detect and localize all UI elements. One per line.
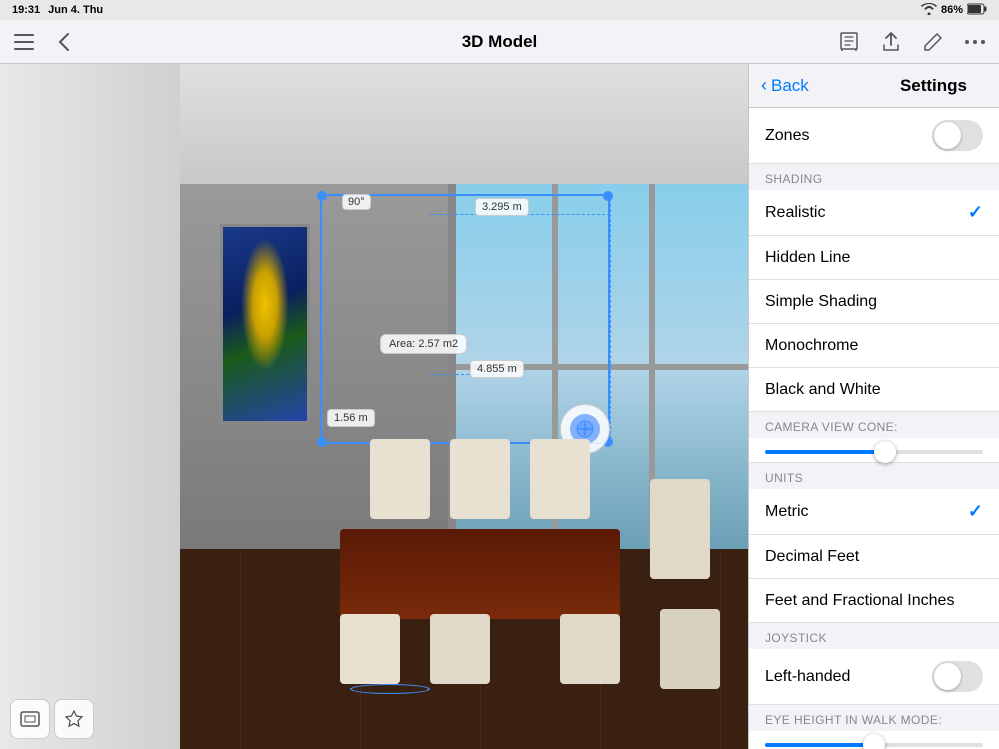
share-icon[interactable]: [879, 30, 903, 54]
shading-simple-row[interactable]: Simple Shading: [749, 280, 999, 324]
units-metric-label: Metric: [765, 503, 809, 521]
joystick-lefthanded-label: Left-handed: [765, 668, 850, 686]
date: Jun 4. Thu: [48, 4, 103, 16]
nav-right: [837, 30, 987, 54]
battery-icon: [967, 3, 987, 18]
camera-cone-slider-thumb[interactable]: [874, 441, 896, 463]
eye-height-slider-thumb[interactable]: [863, 734, 885, 749]
eye-height-slider-track[interactable]: [765, 743, 983, 747]
3d-view[interactable]: 90° 3.295 m 4.855 m 1.56 m Area: 2.57 m2: [0, 64, 748, 749]
camera-cone-section-label: CAMERA VIEW CONE:: [749, 412, 999, 438]
lefthanded-toggle-knob: [934, 663, 961, 690]
units-metric-row[interactable]: Metric ✓: [749, 489, 999, 535]
painting: [220, 224, 310, 424]
units-decimalfeet-label: Decimal Feet: [765, 548, 859, 566]
painting-image: [223, 227, 307, 421]
units-section-header: UNITS: [749, 463, 999, 489]
joystick-lefthanded-row: Left-handed: [749, 649, 999, 705]
zones-toggle[interactable]: [932, 120, 983, 151]
more-icon[interactable]: [963, 30, 987, 54]
shading-realistic-check: ✓: [968, 202, 983, 223]
shape-view-button[interactable]: [54, 699, 94, 739]
back-button[interactable]: [52, 30, 76, 54]
left-wall: [0, 64, 180, 749]
eye-height-section-label: EYE HEIGHT IN WALK MODE:: [749, 705, 999, 731]
status-left: 19:31 Jun 4. Thu: [12, 4, 103, 16]
camera-cone-slider-row: [749, 438, 999, 463]
camera-cone-slider-fill: [765, 450, 885, 454]
shading-hiddenline-row[interactable]: Hidden Line: [749, 236, 999, 280]
chair-right-2: [660, 609, 720, 689]
back-chevron-icon[interactable]: ‹: [761, 75, 767, 96]
time: 19:31: [12, 4, 40, 16]
book-icon[interactable]: [837, 30, 861, 54]
shading-hiddenline-label: Hidden Line: [765, 249, 850, 267]
shading-bw-row[interactable]: Black and White: [749, 368, 999, 412]
zones-row: Zones: [749, 108, 999, 164]
table: [340, 529, 620, 619]
chair-back-right: [530, 439, 590, 519]
area-label: Area: 2.57 m2: [380, 334, 467, 354]
shading-section-header: SHADING: [749, 164, 999, 190]
chair-front-center: [430, 614, 490, 684]
units-decimalfeet-row[interactable]: Decimal Feet: [749, 535, 999, 579]
shading-realistic-label: Realistic: [765, 204, 825, 222]
lefthanded-toggle[interactable]: [932, 661, 983, 692]
chair-right-1: [650, 479, 710, 579]
chair-front-right: [560, 614, 620, 684]
side-measure-label: 1.56 m: [327, 409, 375, 427]
shading-simple-label: Simple Shading: [765, 293, 877, 311]
height-measure-label: 4.855 m: [470, 360, 524, 378]
chair-front-left: [340, 614, 400, 684]
settings-header: ‹ Back Settings: [749, 64, 999, 108]
shading-monochrome-row[interactable]: Monochrome: [749, 324, 999, 368]
nav-left: [12, 30, 76, 54]
bottom-toolbar: [10, 699, 94, 739]
joystick-section-header: JOYSTICK: [749, 623, 999, 649]
units-fractional-label: Feet and Fractional Inches: [765, 592, 954, 610]
status-right: 86%: [921, 3, 987, 18]
wifi-icon: [921, 3, 937, 18]
status-bar: 19:31 Jun 4. Thu 86%: [0, 0, 999, 20]
zones-label: Zones: [765, 127, 809, 145]
floor-indicator: [350, 684, 430, 694]
zones-toggle-knob: [934, 122, 961, 149]
chair-back-left: [370, 439, 430, 519]
back-button-settings[interactable]: Back: [771, 76, 809, 96]
menu-button[interactable]: [12, 30, 36, 54]
eye-height-slider-fill: [765, 743, 874, 747]
width-measure-label: 3.295 m: [475, 198, 529, 216]
settings-panel: ‹ Back Settings Zones SHADING Realistic …: [748, 64, 999, 749]
battery-text: 86%: [941, 4, 963, 16]
page-title: 3D Model: [462, 32, 538, 52]
square-view-button[interactable]: [10, 699, 50, 739]
angle-label: 90°: [342, 194, 371, 210]
pencil-icon[interactable]: [921, 30, 945, 54]
shading-bw-label: Black and White: [765, 381, 881, 399]
units-fractional-row[interactable]: Feet and Fractional Inches: [749, 579, 999, 623]
eye-height-slider-row: [749, 731, 999, 749]
shading-realistic-row[interactable]: Realistic ✓: [749, 190, 999, 236]
settings-panel-title: Settings: [900, 76, 967, 96]
units-metric-check: ✓: [968, 501, 983, 522]
top-nav: 3D Model: [0, 20, 999, 64]
camera-cone-slider-track[interactable]: [765, 450, 983, 454]
shading-monochrome-label: Monochrome: [765, 337, 858, 355]
ceiling: [180, 64, 748, 184]
chair-back-center: [450, 439, 510, 519]
